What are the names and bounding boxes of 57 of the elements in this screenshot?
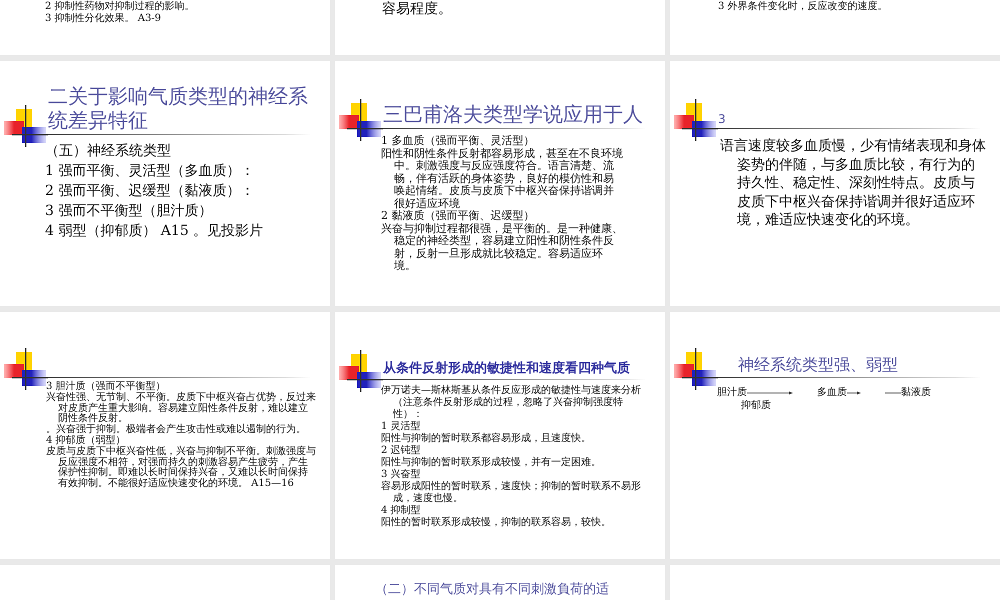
- slide-text: 容易程度。: [382, 1, 453, 17]
- slide-text: 伊万诺夫—斯林斯基从条件反应形成的敏捷性与速度来分析（注意条件反射形成的过程，忽略了兴奋抑制强度特性）：: [381, 385, 642, 420]
- slide-title: 二关于影响气质类型的神经系统差异特征: [48, 84, 309, 132]
- arrow: [847, 390, 861, 396]
- slide-thumbnail[interactable]: 神经系统类型强、弱型 胆汁质 多血质 黏液质 抑郁质: [670, 312, 1000, 559]
- slide-text: 。兴奋强于抑制。极端者会产生攻击性或难以遏制的行为。: [46, 425, 307, 436]
- slide-title: 神经系统类型强、弱型: [737, 355, 899, 375]
- slide-text: 2 抑制性药物对抑制过程的影响。: [45, 1, 196, 12]
- slide-text: 阳性和阴性条件反射都容易形成，甚至在不良环境中。刺激强度与反应强度符合。语言清楚、流畅，伴有活跃的身体姿势，良好的模仿性和易唤起情绪。皮质与皮质下中枢兴奋保持谐调并很好适应环境: [381, 148, 624, 210]
- slide-text: 3 抑制性分化效果。 A3-9: [45, 13, 162, 25]
- decoration-drawing: [4, 348, 48, 390]
- slide-title: （二）不同气质对具有不同刺激負荷的适: [374, 581, 610, 598]
- slide-thumbnail[interactable]: 3 语言速度较多血质慢，少有情绪表现和身体姿势的伴随，与多血质比较，有行为的持久性、稳定性、深刻性特点。皮质与皮质下中枢兴奋保持谐调并很好适应环境，难适应快速变化的环境。: [670, 61, 1000, 306]
- slide-text: 3 强而不平衡型（胆汁质）: [45, 202, 214, 221]
- slide-text: 容易形成阳性的暂时联系，速度快；抑制的暂时联系不易形成，速度也慢。: [381, 481, 642, 504]
- slide-text: 阳性与抑制的暂时联系都容易形成，且速度快。: [381, 433, 592, 444]
- slide-text: 皮质与皮质下中枢兴奋性低，兴奋与抑制不平衡。刺激强度与反应强度不相符，对强而持久的刺激容易产生疲劳，产生保护性抑制。即难以长时间保持兴奋，又难以长时间保持有效抑制。不能很好适应快速变化的环境。 A15—16: [46, 446, 316, 490]
- slide-thumbnail[interactable]: [0, 312, 330, 559]
- diagram-label: 抑郁质: [741, 399, 771, 412]
- diagram-label: 多血质: [817, 386, 847, 399]
- slide-text: 阳性与抑制的暂时联系形成较慢，并有一定困难。: [381, 457, 602, 468]
- slide-text: 兴奋与抑制过程都很强，是平衡的。是一种健康、稳定的神经类型，容易建立阳性和阴性条件反射，反射一旦形成就比较稳定。容易适应环境。: [381, 222, 624, 272]
- slide-text: 4 抑制型: [381, 505, 422, 516]
- diagram-label: 黏液质: [901, 386, 931, 399]
- slide-text: 2 黏液质（强而平衡、迟缓型）: [381, 210, 536, 222]
- slide-thumbnail[interactable]: 2 抑制性药物对抑制过程的影响。 3 抑制性分化效果。 A3-9: [0, 0, 330, 55]
- slide-text: （五）神经系统类型: [45, 142, 172, 161]
- slide-text: 3 兴奋型: [381, 469, 422, 480]
- slide-text: 3 胆汁质（强而不平衡型）: [46, 382, 167, 392]
- connector-line: [885, 390, 901, 396]
- slide-thumbnail[interactable]: 从条件反射形成的敏捷性和速度看四种气质 伊万诺夫—斯林斯基从条件反应形成的敏捷性与速度来分析（注意条件反射形成的过程，忽略了兴奋抑制强度特性）： 1 灵活型 阳性与抑制的暂时联系都容易形成，且速度快。 2 迟钝型 阳性与抑制的暂时联系形成较慢，并有一定困难。 3 兴奋型 容易形成阳性的暂时联系，速度快；抑制的暂时联系不易形成，速度也慢。 4 抑制型 阳性的暂时联系形成较慢，抑制的联系容易，较快。: [335, 312, 665, 559]
- slide-text: 兴奋性强、无节制、不平衡。皮质下中枢兴奋占优势，反过来对皮质产生重大影响。容易建立阳性条件反射，难以建立阴性条件反射。: [46, 392, 316, 424]
- arrow: [747, 390, 793, 396]
- slide-text: 语言速度较多血质慢，少有情绪表现和身体姿势的伴随，与多血质比较，有行为的持久性、稳定性、深刻性特点。皮质与皮质下中枢兴奋保持谐调并很好适应环境，难适应快速变化的环境。: [720, 137, 986, 230]
- slide-title: 三巴甫洛夫类型学说应用于人: [383, 102, 644, 126]
- slide-text: 1 强而平衡、灵活型（多血质）：: [45, 162, 256, 181]
- slide-thumbnail[interactable]: 二关于影响气质类型的神经系统差异特征 （五）神经系统类型 1 强而平衡、灵活型（多血质）： 2 强而平衡、迟缓型（黏液质）： 3 强而不平衡型（胆汁质） 4 弱型（抑郁质） A15 。见投影片: [0, 61, 330, 306]
- slide-thumbnail[interactable]: 三巴甫洛夫类型学说应用于人 1 多血质（强而平衡、灵活型） 阳性和阴性条件反射都容易形成，甚至在不良环境中。刺激强度与反应强度符合。语言清楚、流畅，伴有活跃的身体姿势，良好的模仿性和易唤起情绪。皮质与皮质下中枢兴奋保持谐调并很好适应环境 2 黏液质（强而平衡、迟缓型） 兴奋与抑制过程都很强，是平衡的。是一种健康、稳定的神经类型，容易建立阳性和阴性条件反射，反射一旦形成就比较稳定。容易适应环境。: [335, 61, 665, 306]
- slide-text: 3 外界条件变化时，反应改变的速度。: [718, 1, 889, 13]
- decoration-drawing: [674, 348, 718, 390]
- decoration-drawing: [339, 99, 383, 141]
- slide-text: 2 强而平衡、迟缓型（黏液质）：: [45, 182, 256, 201]
- slide-title: 从条件反射形成的敏捷性和速度看四种气质: [383, 361, 631, 377]
- slide-title: 3: [718, 112, 727, 126]
- slide-text: 1 灵活型: [381, 421, 422, 432]
- decoration-drawing: [339, 350, 383, 392]
- slide-text: 4 抑郁质（弱型）: [46, 436, 126, 446]
- slide-text: 4 弱型（抑郁质） A15 。见投影片: [45, 222, 264, 241]
- decoration-drawing: [674, 99, 718, 141]
- slide-text: 1 多血质（强而平衡、灵活型）: [381, 135, 536, 148]
- diagram-label: 胆汁质: [717, 386, 747, 399]
- slide-thumbnail[interactable]: 3 外界条件变化时，反应改变的速度。: [670, 0, 1000, 55]
- slide-text: 2 迟钝型: [381, 445, 422, 456]
- slide-thumbnail[interactable]: 容易程度。: [335, 0, 665, 55]
- decoration-drawing: [4, 105, 48, 147]
- slide-text: 阳性的暂时联系形成较慢，抑制的联系容易，较快。: [381, 517, 612, 529]
- slide-thumbnail[interactable]: （二）不同气质对具有不同刺激負荷的适: [335, 565, 665, 600]
